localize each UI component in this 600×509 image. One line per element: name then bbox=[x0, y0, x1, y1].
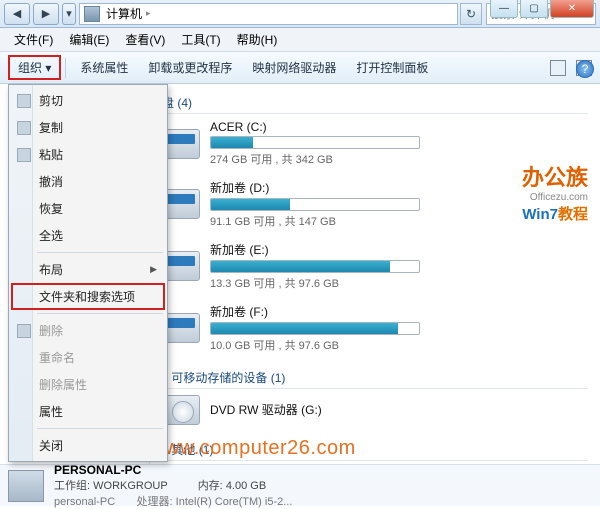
drive-free-text: 10.0 GB 可用 , 共 97.6 GB bbox=[210, 337, 588, 353]
toolbar: 组织 ▾ 系统属性 卸载或更改程序 映射网络驱动器 打开控制面板 bbox=[0, 52, 600, 84]
menu-item-剪切[interactable]: 剪切 bbox=[11, 87, 165, 114]
drive-item[interactable]: 新加卷 (E:) 13.3 GB 可用 , 共 97.6 GB bbox=[162, 241, 588, 291]
group-header-hdd[interactable]: 盘 (4) bbox=[162, 90, 588, 114]
menu-item-删除属性: 删除属性 bbox=[11, 371, 165, 398]
menu-file[interactable]: 文件(F) bbox=[6, 29, 61, 50]
menu-help[interactable]: 帮助(H) bbox=[229, 29, 286, 50]
back-button[interactable]: ◀ bbox=[4, 3, 30, 25]
menu-item-label: 恢复 bbox=[39, 200, 63, 217]
computer-large-icon bbox=[8, 470, 44, 502]
menu-item-label: 关闭 bbox=[39, 437, 63, 454]
menu-item-label: 剪切 bbox=[39, 92, 63, 109]
drive-name: ACER (C:) bbox=[210, 120, 588, 134]
minimize-button[interactable]: — bbox=[490, 0, 518, 18]
menu-item-删除: 删除 bbox=[11, 317, 165, 344]
view-mode-icon[interactable] bbox=[550, 60, 566, 76]
removable-device[interactable]: DVD RW 驱动器 (G:) bbox=[162, 395, 588, 425]
status-bar: PERSONAL-PC 工作组: WORKGROUP 内存: 4.00 GB p… bbox=[0, 464, 600, 506]
watermark-url: www.computer26.com bbox=[150, 437, 356, 460]
menu-edit[interactable]: 编辑(E) bbox=[61, 29, 117, 50]
history-dropdown[interactable]: ▾ bbox=[62, 3, 76, 25]
menu-item-属性[interactable]: 属性 bbox=[11, 398, 165, 425]
forward-button[interactable]: ▶ bbox=[33, 3, 59, 25]
menu-item-文件夹和搜索选项[interactable]: 文件夹和搜索选项 bbox=[11, 283, 165, 310]
menu-item-label: 删除 bbox=[39, 322, 63, 339]
menu-item-复制[interactable]: 复制 bbox=[11, 114, 165, 141]
menu-item-label: 粘贴 bbox=[39, 146, 63, 163]
breadcrumb[interactable]: 计算机 bbox=[106, 5, 142, 22]
usage-bar bbox=[210, 322, 420, 335]
menu-separator bbox=[37, 428, 163, 429]
menu-separator bbox=[37, 252, 163, 253]
menu-item-label: 复制 bbox=[39, 119, 63, 136]
menu-item-全选[interactable]: 全选 bbox=[11, 222, 165, 249]
menu-item-label: 删除属性 bbox=[39, 376, 87, 393]
drive-name: 新加卷 (E:) bbox=[210, 241, 588, 258]
menu-item-label: 全选 bbox=[39, 227, 63, 244]
drive-free-text: 13.3 GB 可用 , 共 97.6 GB bbox=[210, 275, 588, 291]
menu-item-关闭[interactable]: 关闭 bbox=[11, 432, 165, 459]
paste-icon bbox=[17, 148, 31, 162]
menu-item-label: 属性 bbox=[39, 403, 63, 420]
map-network-drive-button[interactable]: 映射网络驱动器 bbox=[242, 55, 346, 80]
menu-item-label: 重命名 bbox=[39, 349, 75, 366]
usage-bar bbox=[210, 260, 420, 273]
usage-bar bbox=[210, 198, 420, 211]
drive-name: 新加卷 (F:) bbox=[210, 303, 588, 320]
computer-icon bbox=[84, 6, 100, 22]
menu-item-恢复[interactable]: 恢复 bbox=[11, 195, 165, 222]
content-pane: 盘 (4) ACER (C:)274 GB 可用 , 共 342 GB新加卷 (… bbox=[150, 84, 600, 464]
copy-icon bbox=[17, 121, 31, 135]
menu-bar: 文件(F) 编辑(E) 查看(V) 工具(T) 帮助(H) bbox=[0, 28, 600, 52]
menu-item-粘贴[interactable]: 粘贴 bbox=[11, 141, 165, 168]
status-computer-name: PERSONAL-PC bbox=[54, 463, 141, 477]
refresh-button[interactable]: ↻ bbox=[460, 3, 482, 25]
organize-button[interactable]: 组织 ▾ bbox=[8, 55, 61, 80]
chevron-right-icon[interactable]: ▸ bbox=[146, 8, 151, 19]
separator bbox=[65, 58, 66, 78]
menu-item-label: 撤消 bbox=[39, 173, 63, 190]
menu-item-重命名: 重命名 bbox=[11, 344, 165, 371]
menu-item-label: 布局 bbox=[39, 261, 63, 278]
drive-name: DVD RW 驱动器 (G:) bbox=[210, 401, 588, 418]
submenu-arrow-icon: ▶ bbox=[150, 264, 157, 275]
help-icon[interactable]: ? bbox=[576, 60, 594, 78]
uninstall-button[interactable]: 卸载或更改程序 bbox=[138, 55, 242, 80]
menu-view[interactable]: 查看(V) bbox=[117, 29, 173, 50]
control-panel-button[interactable]: 打开控制面板 bbox=[346, 55, 438, 80]
organize-dropdown: 剪切复制粘贴撤消恢复全选布局 ▶ 文件夹和搜索选项删除重命名删除属性属性关闭 bbox=[8, 84, 168, 462]
menu-item-撤消[interactable]: 撤消 bbox=[11, 168, 165, 195]
usage-bar bbox=[210, 136, 420, 149]
close-button[interactable]: ✕ bbox=[550, 0, 594, 18]
menu-item-label: 文件夹和搜索选项 bbox=[39, 288, 135, 305]
address-bar[interactable]: 计算机 ▸ bbox=[79, 3, 458, 25]
delete-icon bbox=[17, 324, 31, 338]
maximize-button[interactable]: ▢ bbox=[520, 0, 548, 18]
watermark-logo: 办公族 Officezu.com Win7教程 bbox=[522, 160, 588, 224]
drive-item[interactable]: 新加卷 (F:) 10.0 GB 可用 , 共 97.6 GB bbox=[162, 303, 588, 353]
system-properties-button[interactable]: 系统属性 bbox=[70, 55, 138, 80]
group-header-removable[interactable]: ▾ 可移动存储的设备 (1) bbox=[162, 365, 588, 389]
cut-icon bbox=[17, 94, 31, 108]
menu-tools[interactable]: 工具(T) bbox=[173, 29, 228, 50]
menu-separator bbox=[37, 313, 163, 314]
menu-item-布局[interactable]: 布局 ▶ bbox=[11, 256, 165, 283]
